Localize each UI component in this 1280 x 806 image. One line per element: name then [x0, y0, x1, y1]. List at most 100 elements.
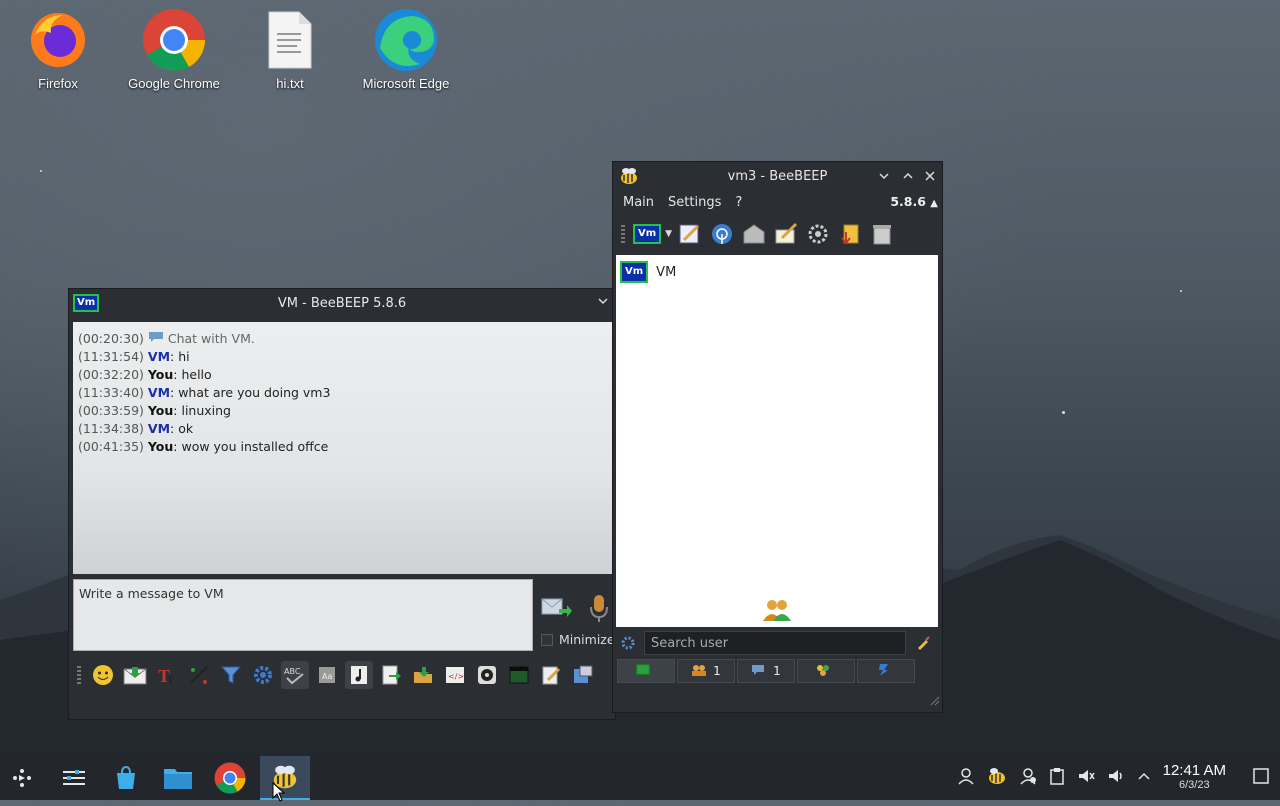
desktop-icon-edge[interactable]: Microsoft Edge [348, 8, 464, 91]
status-dropdown-icon[interactable]: ▼ [665, 229, 672, 239]
main-tabs: 1 1 [617, 659, 915, 683]
status-badge[interactable]: Vm [633, 224, 662, 244]
clear-search-icon[interactable] [910, 635, 936, 651]
resize-grip[interactable] [930, 695, 940, 710]
desktop-icon-label: hi.txt [276, 76, 304, 91]
font-icon[interactable]: TT [153, 661, 181, 689]
toolbar-grip[interactable] [77, 666, 81, 684]
svg-text:T: T [167, 673, 175, 686]
minimize-label: Minimize [559, 632, 615, 647]
emoticon-icon[interactable] [89, 661, 117, 689]
message-time: (00:20:30) [78, 331, 144, 346]
message-input[interactable]: Write a message to VM [73, 579, 533, 651]
firefox-icon [26, 8, 90, 72]
chat-window[interactable]: Vm VM - BeeBEEP 5.8.6 (00:20:30) Chat wi… [68, 288, 616, 720]
svg-text:</>: </> [448, 672, 464, 681]
linux-icon: ▲ [930, 198, 938, 209]
file-transfer-icon[interactable] [836, 220, 864, 248]
desktop-icon-chrome[interactable]: Google Chrome [116, 8, 232, 91]
maximize-icon[interactable] [902, 170, 914, 186]
chat-message: (00:32:20) You: hello [73, 366, 613, 384]
chat-message: (11:34:38) VM: ok [73, 420, 613, 438]
audio-muted-icon[interactable] [1077, 767, 1095, 789]
taskbar: 12:41 AM 6/3/23 [0, 756, 1280, 800]
user-list-item[interactable]: Vm VM [616, 255, 938, 289]
chat-window-titlebar[interactable]: Vm VM - BeeBEEP 5.8.6 [69, 289, 615, 317]
search-user-input[interactable]: Search user [644, 631, 906, 655]
network-broadcast-icon[interactable] [708, 220, 736, 248]
tab-users-online[interactable] [617, 659, 675, 683]
message-text: : hello [173, 367, 212, 382]
vm-avatar-badge: Vm [73, 294, 100, 312]
tab-groups[interactable] [797, 659, 855, 683]
desktop-icon-firefox[interactable]: Firefox [0, 8, 116, 91]
microphone-icon[interactable] [589, 593, 609, 623]
chevron-up-icon[interactable] [1137, 769, 1151, 787]
show-desktop-icon[interactable] [1252, 767, 1270, 789]
write-message-icon[interactable] [772, 220, 800, 248]
bee-app-icon [619, 166, 639, 190]
terminal-icon[interactable] [505, 661, 533, 689]
system-settings-icon[interactable] [52, 756, 96, 800]
menu-help[interactable]: ? [735, 195, 742, 210]
user-list[interactable]: Vm VM [616, 255, 938, 627]
clock-time: 12:41 AM [1162, 762, 1226, 779]
file-manager-icon[interactable] [156, 756, 200, 800]
checkbox-box[interactable] [541, 633, 553, 646]
chat-message: (11:31:54) VM: hi [73, 348, 613, 366]
clipboard-icon[interactable] [1049, 767, 1065, 789]
send-message-icon[interactable] [541, 595, 573, 621]
application-launcher-icon[interactable] [0, 756, 44, 800]
desktop-icon-label: Microsoft Edge [362, 76, 450, 91]
html-code-icon[interactable]: </> [441, 661, 469, 689]
search-settings-icon[interactable] [616, 635, 640, 651]
menu-settings[interactable]: Settings [668, 195, 721, 210]
tab-users[interactable]: 1 [677, 659, 735, 683]
plugins-icon[interactable] [804, 220, 832, 248]
discover-store-icon[interactable] [104, 756, 148, 800]
settings-gear-icon[interactable] [249, 661, 277, 689]
tab-chats[interactable]: 1 [737, 659, 795, 683]
message-sender: You [147, 439, 174, 454]
desktop-icon-hi-txt[interactable]: hi.txt [232, 8, 348, 91]
chat-log[interactable]: (00:20:30) Chat with VM. (11:31:54) VM: … [73, 322, 613, 574]
chat-message: (00:20:30) Chat with VM. [73, 330, 613, 348]
users-icon [691, 664, 707, 679]
kdeconnect-icon[interactable] [1019, 767, 1037, 789]
user-tray-icon[interactable] [957, 767, 975, 789]
trash-icon[interactable] [868, 220, 896, 248]
send-file-mail-icon[interactable] [121, 661, 149, 689]
chrome-taskbar-icon[interactable] [208, 756, 252, 800]
clock[interactable]: 12:41 AM 6/3/23 [1162, 762, 1226, 792]
chevron-down-icon[interactable] [597, 295, 609, 311]
save-chat-icon[interactable] [377, 661, 405, 689]
edit-note-icon[interactable] [537, 661, 565, 689]
record-icon[interactable] [473, 661, 501, 689]
volume-icon[interactable] [1107, 767, 1125, 789]
menu-main[interactable]: Main [623, 195, 654, 210]
close-icon[interactable] [924, 170, 936, 186]
toolbar-grip[interactable] [621, 225, 625, 243]
share-folder-icon[interactable] [409, 661, 437, 689]
edit-profile-icon[interactable] [676, 220, 704, 248]
tab-count: 1 [713, 664, 721, 678]
music-note-icon[interactable] [345, 661, 373, 689]
color-picker-icon[interactable] [185, 661, 213, 689]
star [1180, 290, 1182, 292]
svg-text:ABC: ABC [284, 667, 301, 676]
offline-messages-icon[interactable] [740, 220, 768, 248]
beebeep-tray-icon[interactable] [987, 766, 1007, 790]
chat-message: (00:41:35) You: wow you installed offce [73, 438, 613, 456]
version-text: 5.8.6 [890, 194, 926, 209]
chat-window-title: VM - BeeBEEP 5.8.6 [277, 295, 407, 311]
minimize-checkbox[interactable]: Minimize [541, 632, 615, 647]
dictionary-icon[interactable]: Aa [313, 661, 341, 689]
search-row: Search user [616, 629, 938, 657]
minimize-icon[interactable] [878, 170, 890, 186]
spellcheck-icon[interactable]: ABC [281, 661, 309, 689]
filter-icon[interactable] [217, 661, 245, 689]
detach-window-icon[interactable] [569, 661, 597, 689]
tab-shares[interactable] [857, 659, 915, 683]
main-window[interactable]: vm3 - BeeBEEP Main Settings ? 5.8.6 ▲ Vm… [612, 161, 943, 713]
main-window-titlebar[interactable]: vm3 - BeeBEEP [613, 162, 942, 190]
